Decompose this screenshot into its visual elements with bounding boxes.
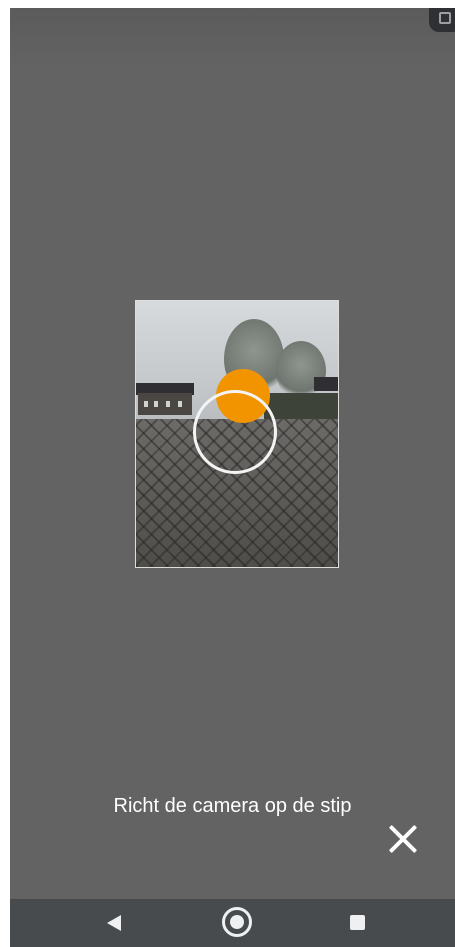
- recent-apps-icon[interactable]: [350, 915, 365, 930]
- app-screen: Richt de camera op de stip: [10, 8, 455, 947]
- aim-ring: [193, 390, 277, 474]
- status-bar: [10, 8, 455, 68]
- back-icon[interactable]: [107, 915, 121, 931]
- home-icon[interactable]: [222, 907, 252, 937]
- preview-hedge: [264, 393, 338, 419]
- preview-roof: [314, 377, 338, 391]
- overlay-widget-icon[interactable]: [429, 8, 455, 32]
- navigation-bar: [10, 899, 455, 947]
- preview-tree: [276, 341, 326, 401]
- instruction-text: Richt de camera op de stip: [113, 795, 352, 817]
- close-icon[interactable]: [384, 820, 422, 858]
- camera-preview: [135, 300, 339, 568]
